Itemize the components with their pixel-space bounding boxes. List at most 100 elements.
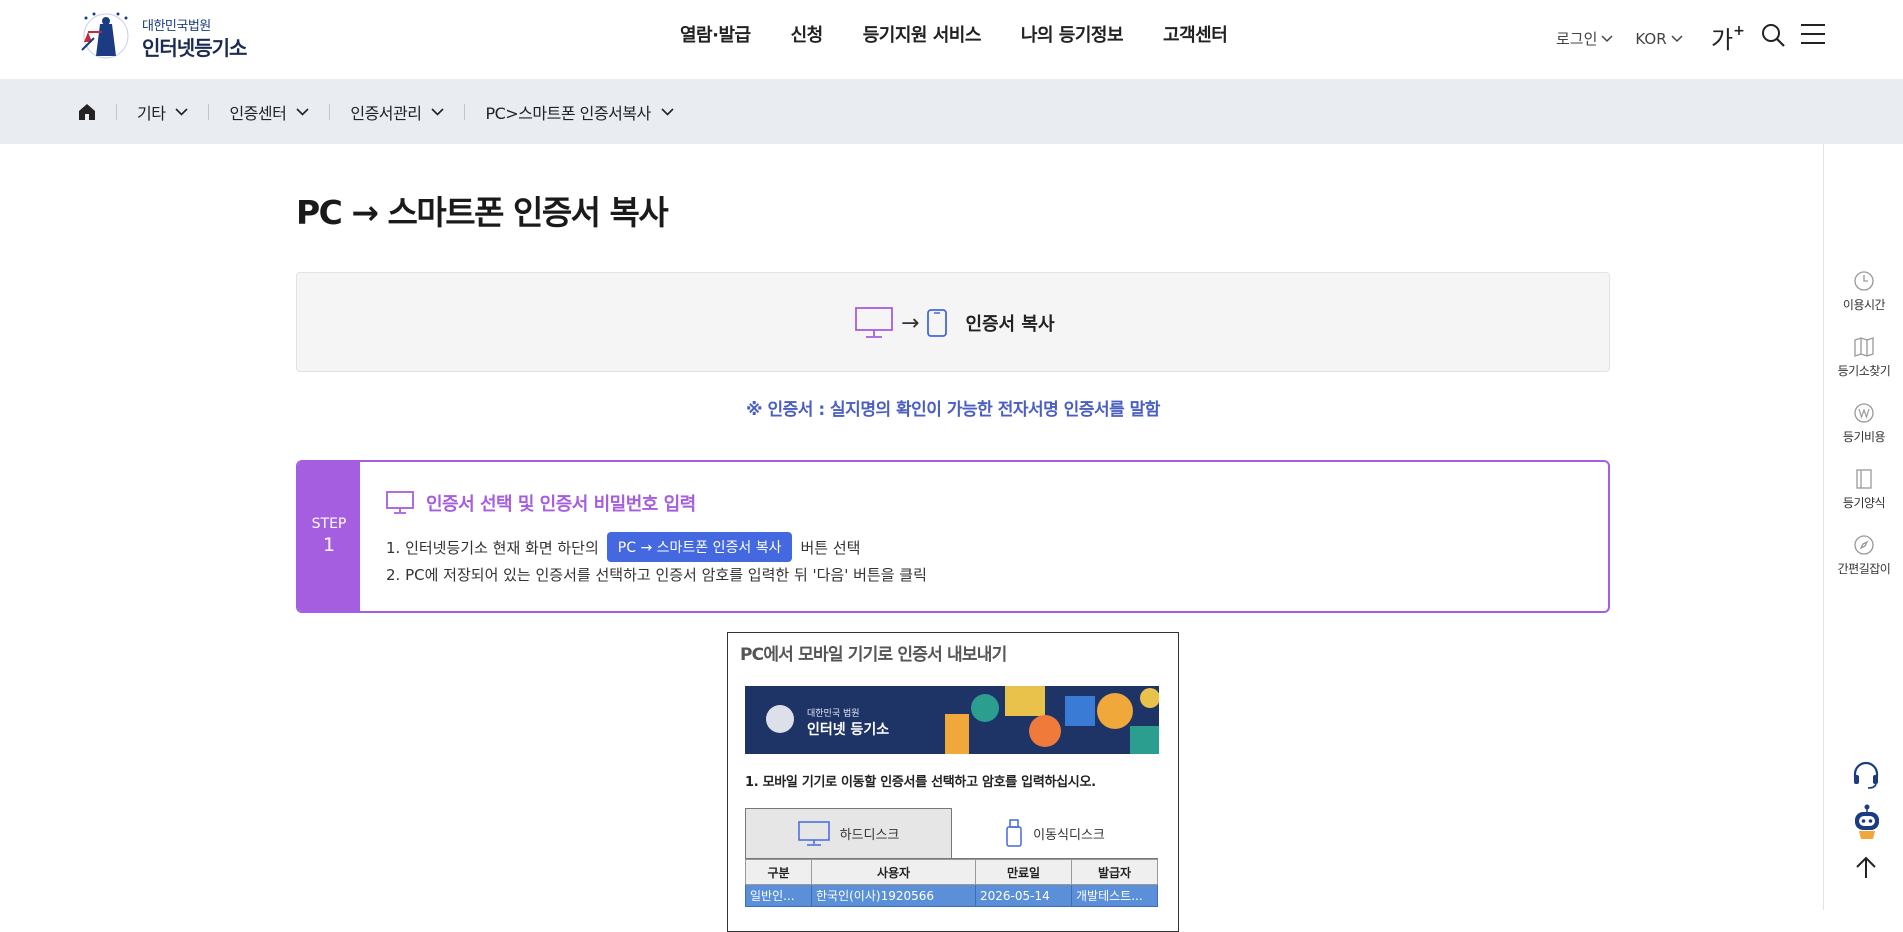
cell-type: 일반인... — [745, 884, 812, 907]
pc-to-phone-copy-button[interactable]: PC → 스마트폰 인증서 복사 — [606, 532, 793, 562]
step-line1-after: 버튼 선택 — [800, 538, 861, 557]
breadcrumb-divider — [116, 103, 117, 120]
breadcrumb-label: PC>스마트폰 인증서복사 — [485, 103, 651, 123]
breadcrumb-bar: 기타 인증센터 인증서관리 PC>스마트폰 인증서복사 — [0, 79, 1903, 144]
banner-title: 인터넷 등기소 — [807, 722, 890, 738]
monitor-icon — [797, 820, 830, 846]
step-label: STEP — [311, 516, 347, 532]
site-logo[interactable]: 대한민국법원 인터넷등기소 — [78, 8, 268, 62]
home-icon[interactable] — [78, 103, 96, 121]
search-icon[interactable] — [1760, 22, 1786, 48]
copy-label: 인증서 복사 — [965, 314, 1055, 335]
nav-support-service[interactable]: 등기지원 서비스 — [863, 21, 982, 47]
court-emblem-icon — [81, 12, 129, 59]
step-badge: STEP 1 — [298, 462, 360, 611]
cell-type-text: 일반인... — [750, 889, 795, 903]
chevron-down-icon — [431, 107, 445, 116]
quick-item-label: 등기비용 — [1842, 430, 1886, 444]
quick-item-label: 이용시간 — [1842, 298, 1886, 312]
quick-item-label: 간편길잡이 — [1837, 562, 1891, 576]
breadcrumb-label: 기타 — [137, 103, 166, 123]
quick-item-label: 등기소찾기 — [1837, 364, 1891, 378]
cell-expiry: 2026-05-14 — [975, 884, 1072, 907]
quick-item-hours[interactable]: 이용시간 — [1824, 270, 1903, 313]
nav-my-registry[interactable]: 나의 등기정보 — [1021, 21, 1124, 47]
chevron-down-icon — [1671, 34, 1683, 42]
quick-menu: 이용시간 등기소찾기 등기비용 등기양식 간편길잡이 — [1823, 144, 1903, 910]
cell-user: 한국인(이사)1920566 — [811, 884, 976, 907]
hamburger-menu-icon[interactable] — [1800, 22, 1826, 46]
breadcrumb-item-pc-to-phone[interactable]: PC>스마트폰 인증서복사 — [485, 100, 674, 124]
column-header: 구분 — [745, 859, 812, 885]
page-title: PC → 스마트폰 인증서 복사 — [296, 193, 669, 232]
map-icon — [1854, 337, 1874, 357]
usb-icon — [1006, 819, 1022, 847]
breadcrumb-divider — [329, 103, 331, 120]
won-coin-icon — [1854, 403, 1874, 423]
chatbot-icon[interactable] — [1851, 804, 1883, 840]
tab-removable-disk[interactable]: 이동식디스크 — [952, 808, 1158, 859]
step-instruction-1: 1. 인터넷등기소 현재 화면 하단의 PC → 스마트폰 인증서 복사 버튼 … — [386, 532, 860, 562]
table-row[interactable]: 일반인... 한국인(이사)1920566 2026-05-14 개발테스트..… — [745, 884, 1158, 907]
step-title: 인증서 선택 및 인증서 비밀번호 입력 — [386, 490, 696, 516]
cert-definition-note: ※ 인증서 : 실지명의 확인이 가능한 전자서명 인증서를 말함 — [746, 400, 1160, 420]
monitor-icon — [386, 491, 414, 514]
copy-summary-box: → 인증서 복사 — [296, 272, 1610, 372]
smartphone-icon — [927, 309, 948, 337]
language-label: KOR — [1635, 29, 1667, 48]
utility-menu: 로그인 KOR — [1556, 28, 1705, 49]
tab-removable-disk-label: 이동식디스크 — [1033, 827, 1105, 843]
export-dialog-title: PC에서 모바일 기기로 인증서 내보내기 — [740, 645, 1007, 665]
breadcrumb-divider — [208, 103, 210, 120]
font-size-plus: + — [1733, 23, 1745, 39]
chevron-down-icon — [1601, 34, 1613, 42]
breadcrumb-label: 인증서관리 — [350, 103, 422, 123]
column-header: 만료일 — [975, 859, 1072, 885]
banner-subtitle: 대한민국 법원 — [807, 709, 860, 719]
tab-hard-disk[interactable]: 하드디스크 — [745, 808, 952, 859]
compass-icon — [1854, 535, 1874, 555]
clock-icon — [1854, 271, 1874, 291]
breadcrumb-divider — [464, 103, 466, 120]
font-size-label: 가 — [1711, 26, 1734, 54]
copy-summary: → 인증서 복사 — [855, 307, 1055, 339]
step-number: 1 — [322, 534, 336, 556]
chevron-down-icon — [296, 107, 309, 116]
language-dropdown[interactable]: KOR — [1635, 29, 1683, 48]
breadcrumb-item-cert-center[interactable]: 인증센터 — [229, 100, 309, 124]
quick-item-guide[interactable]: 간편길잡이 — [1824, 534, 1903, 577]
tab-hard-disk-label: 하드디스크 — [839, 828, 900, 843]
certificate-table: 구분 사용자 만료일 발급자 일반인... 한국인(이사)1920566 202… — [745, 859, 1158, 907]
registry-banner: 대한민국 법원 인터넷 등기소 — [745, 686, 1159, 754]
nav-customer-center[interactable]: 고객센터 — [1163, 21, 1228, 47]
breadcrumb-item-cert-manage[interactable]: 인증서관리 — [350, 100, 445, 124]
chevron-down-icon — [661, 107, 674, 116]
headset-icon[interactable] — [1851, 760, 1881, 790]
nav-apply[interactable]: 신청 — [791, 21, 824, 47]
scroll-top-icon[interactable] — [1855, 856, 1877, 880]
login-label: 로그인 — [1556, 30, 1598, 48]
copy-arrow: → — [901, 310, 920, 336]
font-size-button[interactable]: 가+ — [1711, 20, 1745, 55]
quick-item-find-office[interactable]: 등기소찾기 — [1824, 336, 1903, 379]
step-1-box: STEP 1 인증서 선택 및 인증서 비밀번호 입력 1. 인터넷등기소 현재… — [296, 460, 1610, 613]
chevron-down-icon — [175, 107, 189, 116]
quick-item-forms[interactable]: 등기양식 — [1824, 468, 1903, 511]
login-dropdown[interactable]: 로그인 — [1556, 28, 1613, 49]
export-instruction: 1. 모바일 기기로 이동할 인증서를 선택하고 암호를 입력하십시오. — [745, 775, 1096, 790]
step-instruction-2: 2. PC에 저장되어 있는 인증서를 선택하고 인증서 암호를 입력한 뒤 '… — [386, 566, 927, 584]
breadcrumb-item-etc[interactable]: 기타 — [137, 100, 189, 124]
export-dialog-screenshot: PC에서 모바일 기기로 인증서 내보내기 대한민국 법원 인터넷 등기소 1.… — [727, 632, 1179, 932]
site-header: 대한민국법원 인터넷등기소 열람·발급 신청 등기지원 서비스 나의 등기정보 … — [0, 0, 1903, 79]
column-header: 발급자 — [1071, 859, 1158, 885]
cell-issuer: 개발테스트... — [1071, 884, 1158, 907]
breadcrumb: 기타 인증센터 인증서관리 PC>스마트폰 인증서복사 — [78, 79, 674, 144]
breadcrumb-label: 인증센터 — [229, 103, 287, 123]
main-nav: 열람·발급 신청 등기지원 서비스 나의 등기정보 고객센터 — [680, 21, 1267, 47]
quick-item-label: 등기양식 — [1842, 496, 1886, 510]
document-icon — [1856, 469, 1872, 489]
column-header: 사용자 — [811, 859, 976, 885]
logo-title: 인터넷등기소 — [142, 36, 247, 60]
quick-item-cost[interactable]: 등기비용 — [1824, 402, 1903, 445]
nav-view-issue[interactable]: 열람·발급 — [680, 21, 751, 47]
